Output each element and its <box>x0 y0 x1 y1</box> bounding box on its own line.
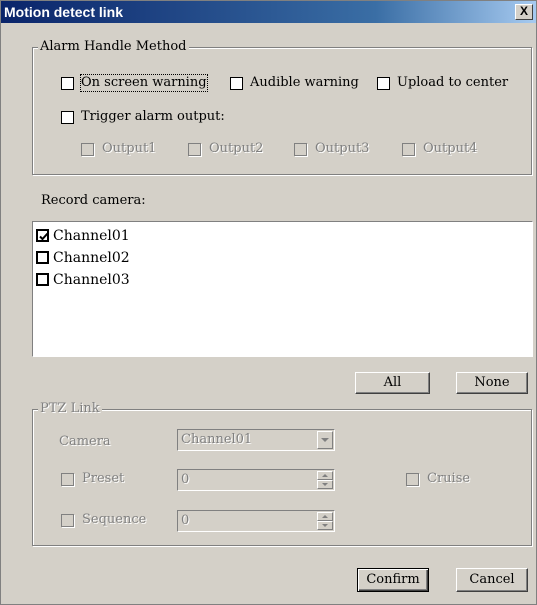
preset-value: 0 <box>181 472 190 487</box>
window-title: Motion detect link <box>4 4 123 20</box>
checkmark-icon <box>39 232 49 241</box>
on-screen-warning-checkbox[interactable] <box>61 77 74 90</box>
motion-detect-link-dialog: Motion detect link X Alarm Handle Method… <box>0 0 537 605</box>
cancel-button[interactable]: Cancel <box>456 568 528 592</box>
spin-up-icon[interactable] <box>317 512 333 521</box>
upload-to-center-label[interactable]: Upload to center <box>397 75 508 91</box>
ptz-camera-label: Camera <box>59 434 111 449</box>
sequence-value: 0 <box>181 513 190 528</box>
close-icon: X <box>519 4 528 18</box>
ptz-link-legend: PTZ Link <box>38 401 102 417</box>
output3-label[interactable]: Output3 <box>315 141 369 157</box>
title-bar[interactable]: Motion detect link X <box>1 1 536 23</box>
list-item[interactable]: Channel03 <box>36 270 516 290</box>
output3-checkbox[interactable] <box>294 143 307 156</box>
record-camera-label: Record camera: <box>41 193 146 208</box>
audible-warning-checkbox[interactable] <box>230 77 243 90</box>
trigger-alarm-output-checkbox[interactable] <box>61 111 74 124</box>
output1-checkbox[interactable] <box>81 143 94 156</box>
channel01-label: Channel01 <box>53 228 130 244</box>
list-item[interactable]: Channel02 <box>36 248 516 268</box>
on-screen-warning-label[interactable]: On screen warning <box>80 74 208 92</box>
select-all-button[interactable]: All <box>355 372 430 394</box>
sequence-label[interactable]: Sequence <box>82 512 146 528</box>
ptz-camera-value: Channel01 <box>181 432 253 447</box>
output1-label[interactable]: Output1 <box>102 141 156 157</box>
preset-label[interactable]: Preset <box>82 471 124 487</box>
audible-warning-label[interactable]: Audible warning <box>250 75 359 91</box>
channel02-checkbox[interactable] <box>36 251 49 264</box>
preset-stepper[interactable]: 0 <box>177 469 335 491</box>
ptz-camera-dropdown[interactable]: Channel01 <box>177 429 335 451</box>
upload-to-center-checkbox[interactable] <box>377 77 390 90</box>
channel02-label: Channel02 <box>53 250 130 266</box>
trigger-alarm-output-label[interactable]: Trigger alarm output: <box>81 109 225 125</box>
output4-checkbox[interactable] <box>402 143 415 156</box>
alarm-handle-method-legend: Alarm Handle Method <box>38 39 189 55</box>
chevron-down-icon[interactable] <box>317 431 333 449</box>
sequence-stepper[interactable]: 0 <box>177 510 335 532</box>
channel01-checkbox[interactable] <box>36 229 49 242</box>
close-button[interactable]: X <box>515 4 533 20</box>
channel03-label: Channel03 <box>53 272 130 288</box>
output2-label[interactable]: Output2 <box>209 141 263 157</box>
select-none-button[interactable]: None <box>456 372 528 394</box>
list-item[interactable]: Channel01 <box>36 226 516 246</box>
spin-down-icon[interactable] <box>317 521 333 530</box>
spin-up-icon[interactable] <box>317 471 333 480</box>
channel03-checkbox[interactable] <box>36 273 49 286</box>
cruise-checkbox[interactable] <box>406 473 419 486</box>
output2-checkbox[interactable] <box>188 143 201 156</box>
confirm-button[interactable]: Confirm <box>357 568 429 592</box>
spin-down-icon[interactable] <box>317 480 333 489</box>
output4-label[interactable]: Output4 <box>423 141 477 157</box>
sequence-checkbox[interactable] <box>61 514 74 527</box>
preset-checkbox[interactable] <box>61 473 74 486</box>
cruise-label[interactable]: Cruise <box>427 471 470 487</box>
record-camera-list[interactable]: Channel01 Channel02 Channel03 <box>32 221 533 357</box>
